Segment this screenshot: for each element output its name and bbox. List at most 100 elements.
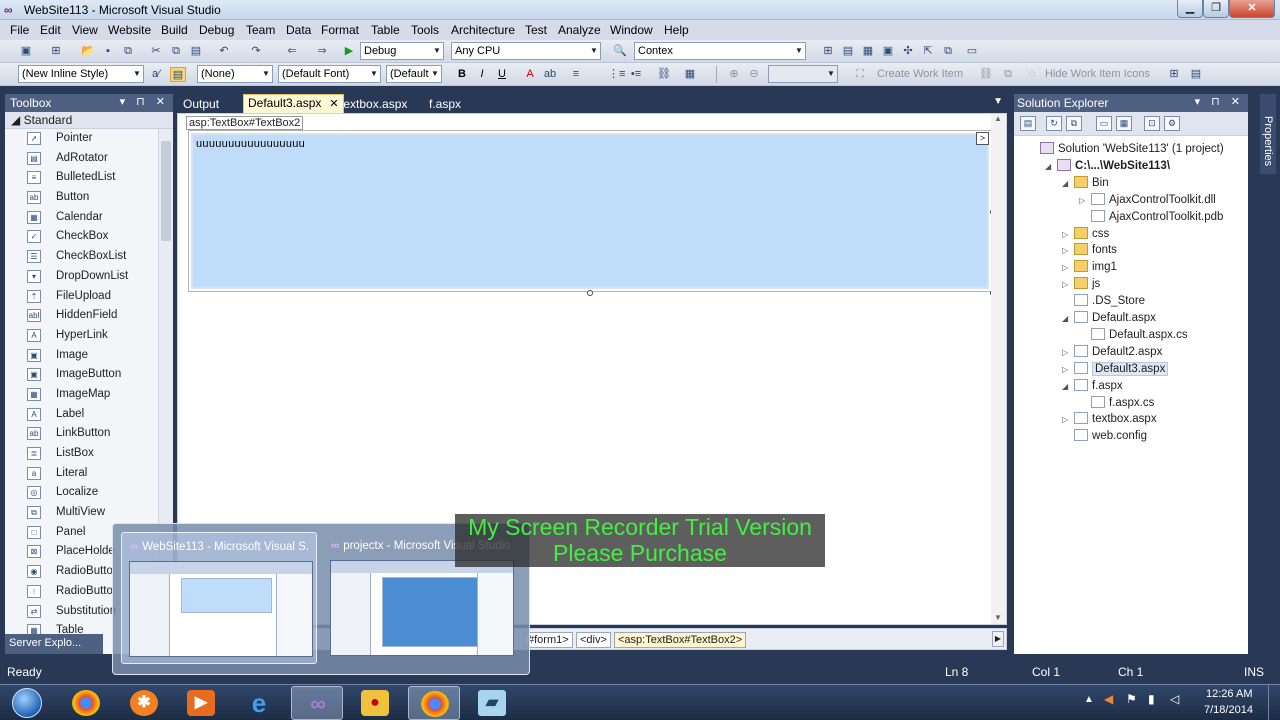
menu-build[interactable]: Build	[161, 23, 188, 37]
tree-node[interactable]: ▷ textbox.aspx	[1062, 412, 1157, 429]
save-all-icon[interactable]: ⧉	[120, 44, 136, 59]
smart-tag-button[interactable]: >	[976, 132, 989, 145]
toolbox-item-button[interactable]: ab Button	[5, 188, 157, 208]
selected-textbox[interactable]: uuuuuuuuuuuuuuuuu >	[188, 130, 996, 296]
justify-icon[interactable]: ≡	[568, 67, 584, 82]
start-button[interactable]	[6, 685, 48, 720]
panel-window-buttons[interactable]: ▾ ⊓ ✕	[120, 95, 169, 108]
menu-help[interactable]: Help	[664, 23, 689, 37]
menu-architecture[interactable]: Architecture	[451, 23, 515, 37]
cut-icon[interactable]: ✂	[148, 44, 164, 59]
extension-manager-icon[interactable]: ⧉	[940, 44, 956, 59]
copy-website-icon[interactable]: ⊡	[1144, 116, 1160, 131]
toolbox-icon[interactable]: ▣	[880, 44, 896, 59]
textbox-content[interactable]: uuuuuuuuuuuuuuuuu	[191, 133, 989, 289]
collapse-icon[interactable]: ◢	[1045, 162, 1055, 171]
expand-icon[interactable]: ▷	[1062, 246, 1072, 255]
tab-f-aspx[interactable]: f.aspx	[425, 96, 465, 113]
properties-icon[interactable]: ▤	[840, 44, 856, 59]
tree-node[interactable]: .DS_Store	[1062, 294, 1145, 311]
show-desktop-button[interactable]	[1268, 685, 1280, 720]
toolbox-item-linkbutton[interactable]: ab LinkButton	[5, 424, 157, 444]
tree-node[interactable]: ▷ css	[1062, 226, 1109, 244]
action-center-icon[interactable]: ⚑	[1126, 692, 1137, 706]
foreground-color-icon[interactable]: A	[522, 67, 538, 82]
bold-button[interactable]: B	[454, 67, 470, 82]
layer-icon[interactable]: ▦	[682, 67, 698, 82]
tools-icon[interactable]: ✣	[900, 44, 916, 59]
tree-node[interactable]: ◢ Bin	[1062, 175, 1109, 193]
tag-div[interactable]: <div>	[576, 632, 611, 648]
view-designer-icon[interactable]: ▦	[1116, 116, 1132, 131]
italic-button[interactable]: I	[474, 67, 490, 82]
chevron-down-icon[interactable]: ▼	[993, 96, 1003, 107]
toolbox-item-dropdownlist[interactable]: ▾ DropDownList	[5, 267, 157, 287]
toolbox-item-adrotator[interactable]: ▤ AdRotator	[5, 149, 157, 169]
menu-team[interactable]: Team	[246, 23, 275, 37]
menu-table[interactable]: Table	[371, 23, 400, 37]
expand-icon[interactable]: ▷	[1079, 196, 1089, 205]
font-name-combo[interactable]: (Default Font) ▼	[278, 65, 381, 83]
preview-website113[interactable]: ∞ WebSite113 - Microsoft Visual S...	[121, 532, 317, 664]
toolbox-item-checkbox[interactable]: ✓ CheckBox	[5, 227, 157, 247]
style-combo[interactable]: (New Inline Style) ▼	[18, 65, 144, 83]
resize-handle-bottom[interactable]	[587, 290, 593, 296]
menu-file[interactable]: File	[10, 23, 29, 37]
tree-node[interactable]: Default.aspx.cs	[1079, 327, 1188, 345]
expand-icon[interactable]: ▷	[1062, 415, 1072, 424]
menu-data[interactable]: Data	[286, 23, 311, 37]
redo-icon[interactable]: ↷	[248, 44, 264, 59]
toolbox-item-hyperlink[interactable]: A HyperLink	[5, 326, 157, 346]
tree-node[interactable]: ▷ img1	[1062, 260, 1117, 277]
menu-test[interactable]: Test	[525, 23, 547, 37]
expand-icon[interactable]: ▷	[1062, 365, 1072, 374]
tree-node[interactable]: ▷ js	[1062, 277, 1100, 294]
refresh-layout-icon[interactable]: ▤	[1188, 67, 1204, 82]
tree-node[interactable]: ◢ Default.aspx	[1062, 311, 1156, 328]
toolbox-item-listbox[interactable]: ≣ ListBox	[5, 444, 157, 464]
collapse-icon[interactable]: ◢	[1062, 314, 1072, 323]
volume-icon[interactable]: ◁	[1170, 692, 1179, 706]
toolbox-item-label[interactable]: A Label	[5, 405, 157, 425]
background-color-icon[interactable]: ab	[542, 67, 558, 82]
clock-time[interactable]: 12:26 AM	[1206, 688, 1252, 700]
taskbar-avast[interactable]: ✱	[118, 686, 170, 720]
navigate-forward-icon[interactable]: ⇒	[314, 44, 330, 59]
collapse-icon[interactable]: ◢	[1062, 179, 1072, 188]
tree-node[interactable]: web.config	[1062, 429, 1147, 446]
new-project-icon[interactable]: ▣	[18, 44, 34, 59]
solution-platform-combo[interactable]: Any CPU ▼	[451, 42, 601, 60]
open-file-icon[interactable]: 📂	[80, 44, 96, 59]
scroll-down-icon[interactable]: ▼	[994, 613, 1002, 622]
expand-icon[interactable]: ▷	[1062, 263, 1072, 272]
view-code-icon[interactable]: ▭	[1096, 116, 1112, 131]
close-button[interactable]: ✕	[1229, 0, 1275, 18]
tree-node[interactable]: ▷ Default2.aspx	[1062, 344, 1162, 362]
editor-scrollbar[interactable]: ▲ ▼	[991, 114, 1006, 624]
expand-icon[interactable]: ▷	[1062, 230, 1072, 239]
tree-node[interactable]: ◢ f.aspx	[1062, 378, 1123, 396]
toolbox-item-pointer[interactable]: ➚ Pointer	[5, 129, 157, 149]
toolbox-item-imagebutton[interactable]: ▣ ImageButton	[5, 365, 157, 385]
underline-button[interactable]: U	[494, 67, 510, 82]
copy-icon[interactable]: ⧉	[168, 44, 184, 59]
font-size-combo[interactable]: (Default ▼	[386, 65, 442, 83]
find-in-files-icon[interactable]: 🔍	[612, 44, 628, 59]
navigate-backward-icon[interactable]: ⇐	[284, 44, 300, 59]
start-page-icon[interactable]: ⇱	[920, 44, 936, 59]
toolbox-item-imagemap[interactable]: ▦ ImageMap	[5, 385, 157, 405]
refresh-icon[interactable]: ↻	[1046, 116, 1062, 131]
save-icon[interactable]: ▪	[100, 44, 116, 59]
tree-node[interactable]: AjaxControlToolkit.pdb	[1079, 209, 1223, 227]
toolbox-item-calendar[interactable]: ▦ Calendar	[5, 208, 157, 228]
toolbox-item-localize[interactable]: ◎ Localize	[5, 483, 157, 503]
flag-icon[interactable]: ◀	[1104, 692, 1113, 706]
taskbar-internet-explorer[interactable]: e	[233, 686, 285, 720]
toolbox-item-hiddenfield[interactable]: abl HiddenField	[5, 306, 157, 326]
maximize-button[interactable]: ❐	[1203, 0, 1229, 18]
layout-icon[interactable]: ⊞	[1166, 67, 1182, 82]
toolbox-item-literal[interactable]: a Literal	[5, 464, 157, 484]
tab-output[interactable]: Output	[179, 96, 223, 113]
css-style-icon[interactable]: ▤	[170, 67, 186, 82]
tree-node[interactable]: ▷ Default3.aspx	[1062, 361, 1169, 379]
